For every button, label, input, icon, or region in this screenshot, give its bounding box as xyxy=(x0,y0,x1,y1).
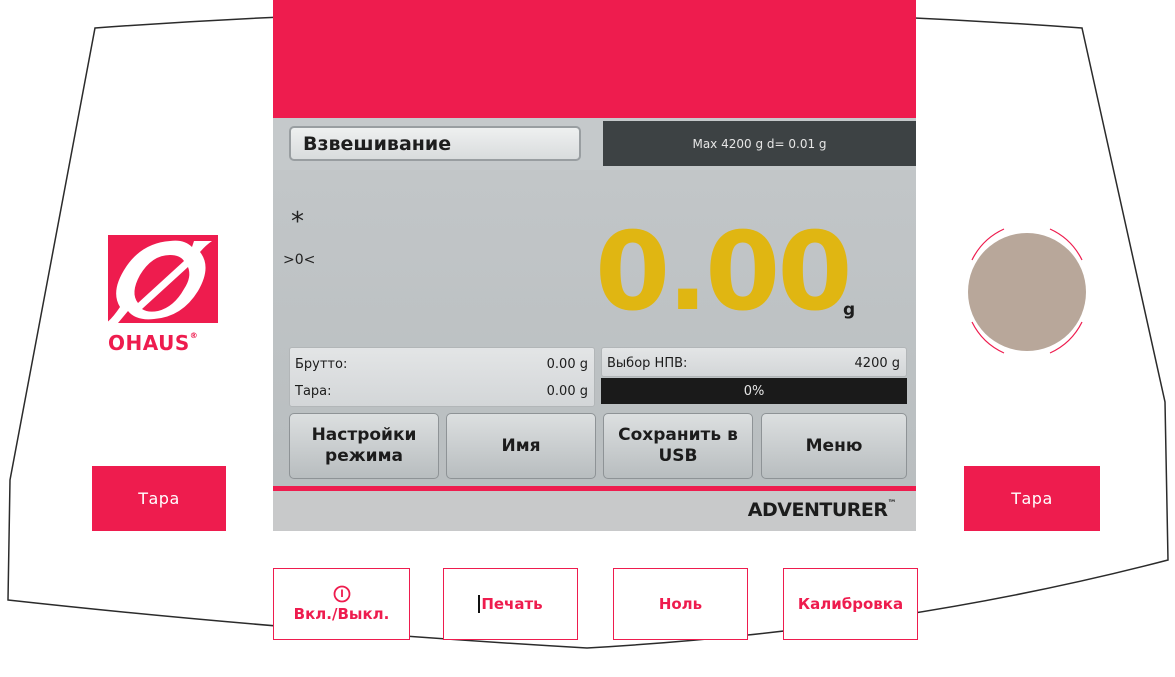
menu-button-label: Меню xyxy=(805,435,863,456)
ohaus-logo: OHAUS® xyxy=(106,235,228,360)
capacity-select-label: Выбор НПВ: xyxy=(607,355,688,371)
capacity-readability-bar: Max 4200 g d= 0.01 g xyxy=(603,121,916,166)
capacity-select-value: 4200 g xyxy=(854,355,900,371)
screen-top-band xyxy=(273,0,916,118)
calibration-label: Калибровка xyxy=(797,595,904,613)
power-icon xyxy=(333,585,350,603)
tare-button-left[interactable]: Тара xyxy=(92,466,226,531)
tare-button-right-label: Тара xyxy=(1011,489,1053,508)
name-button[interactable]: Имя xyxy=(446,413,596,479)
zero-button[interactable]: Ноль xyxy=(613,568,748,640)
weight-unit[interactable]: g xyxy=(843,300,855,320)
center-of-zero-indicator: >0< xyxy=(283,252,316,268)
name-button-label: Имя xyxy=(501,435,541,456)
menu-button[interactable]: Меню xyxy=(761,413,907,479)
model-name: ADVENTURER™ xyxy=(700,499,897,521)
save-to-usb-button[interactable]: Сохранить в USB xyxy=(603,413,753,479)
gross-label: Брутто: xyxy=(295,356,348,372)
mode-title: Взвешивание xyxy=(303,132,452,155)
zero-label: Ноль xyxy=(658,595,703,613)
capacity-select-panel: Выбор НПВ: 4200 g xyxy=(601,347,907,377)
tare-button-right[interactable]: Тара xyxy=(964,466,1100,531)
capacity-progress-text: 0% xyxy=(743,383,765,399)
model-text: ADVENTURER xyxy=(747,499,888,521)
vkl-vykl-button[interactable]: Вкл./Выкл. xyxy=(273,568,410,640)
registered-mark: ® xyxy=(189,331,199,340)
gross-tare-panel: Брутто: 0.00 g Тара: 0.00 g xyxy=(289,347,595,407)
weight-reading: 0.00 xyxy=(595,210,852,335)
capacity-text: Max 4200 g d= 0.01 g xyxy=(692,136,827,151)
save-usb-label-line2: USB xyxy=(658,446,698,466)
stability-indicator: * xyxy=(291,207,304,237)
tare-button-left-label: Тара xyxy=(138,489,180,508)
power-label: Вкл./Выкл. xyxy=(293,605,390,623)
capacity-progress-bar: 0% xyxy=(601,378,907,404)
calibration-button[interactable]: Калибровка xyxy=(783,568,918,640)
tare-label: Тара: xyxy=(295,383,332,399)
gross-value: 0.00 g xyxy=(546,356,588,372)
trademark-mark: ™ xyxy=(887,499,897,509)
print-button[interactable]: Печать xyxy=(443,568,578,640)
mode-settings-label-line1: Настройки xyxy=(311,425,417,445)
ohaus-logo-mark xyxy=(106,235,218,323)
logo-wordmark: OHAUS xyxy=(108,331,190,355)
navigation-knob[interactable] xyxy=(968,233,1086,351)
print-label: Печать xyxy=(481,594,543,613)
tare-value: 0.00 g xyxy=(546,383,588,399)
save-usb-label-line1: Сохранить в xyxy=(618,425,738,445)
mode-settings-button[interactable]: Настройки режима xyxy=(289,413,439,479)
application-mode-selector[interactable]: Взвешивание xyxy=(289,126,581,161)
mode-settings-label-line2: режима xyxy=(325,446,403,466)
